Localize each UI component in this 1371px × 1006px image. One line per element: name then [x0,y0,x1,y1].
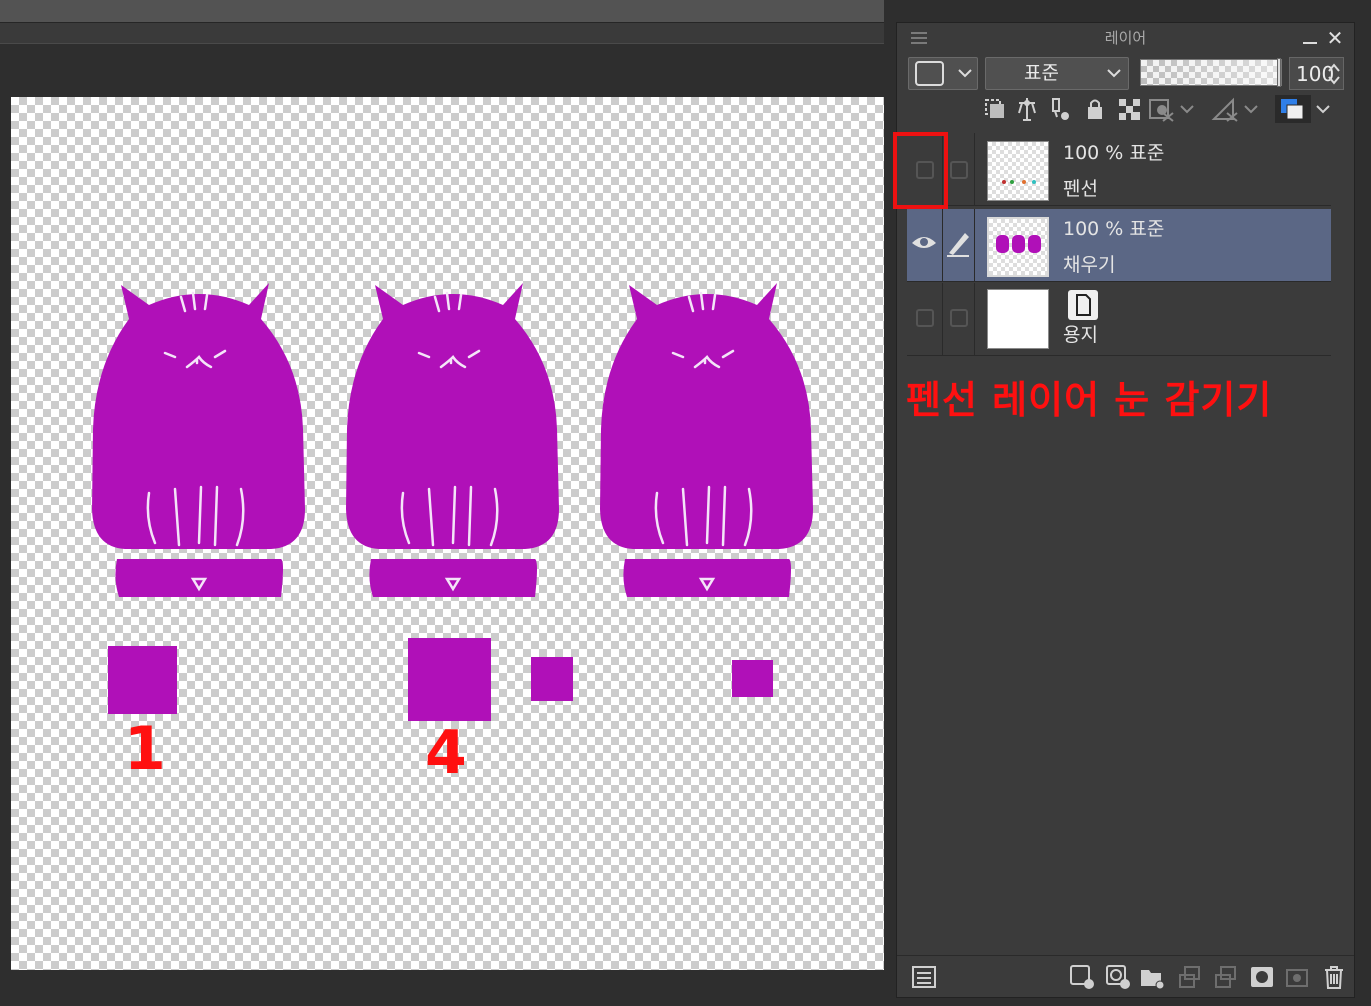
blend-mode-value: 표준 [1024,62,1059,84]
canvas-tab-strip [0,22,884,44]
edit-toggle-paper[interactable] [943,283,975,356]
chevron-down-icon [1107,69,1121,78]
thumbnail-content-lineart [1002,180,1036,184]
new-vector-icon[interactable] [1105,964,1131,990]
edit-toggle-fill[interactable] [943,209,975,282]
layer-thumbnail-fill [987,217,1049,277]
color-swatch-1 [108,646,177,714]
layer-row-lineart[interactable]: 100 % 표준 펜선 [907,133,1331,206]
layer-row-paper[interactable]: 용지 [907,283,1331,356]
layer-bottom-toolbar [897,955,1354,997]
color-swatch-2 [408,638,491,721]
mask-add-icon[interactable] [1249,964,1275,990]
panel-title: 레이어 [1104,29,1147,47]
layer-panel: 레이어 ✕ 표준 100 100 % 표준 펜선 100 % 표준 채우기 용지 [896,22,1355,998]
layer-info-lineart: 100 % 표준 펜선 [1063,135,1164,207]
layer-color-square-icon [915,61,972,86]
opacity-input[interactable]: 100 [1289,57,1344,90]
layer-name: 펜선 [1063,178,1098,200]
delete-icon[interactable] [1321,964,1347,990]
opacity-slider-thumb[interactable] [1277,58,1281,87]
draft-icon[interactable] [1045,95,1073,123]
drawing-canvas[interactable]: 1 4 [11,97,884,970]
cat-body [92,283,305,549]
cat-figure-2 [346,283,559,597]
new-folder-icon[interactable] [1139,964,1165,990]
hidden-eye-icon [916,309,934,327]
layer-row-fill[interactable]: 100 % 표준 채우기 [907,209,1331,282]
copy-layer-icon[interactable] [1285,964,1311,990]
spin-arrows-icon[interactable] [1328,62,1340,86]
opacity-slider[interactable] [1140,58,1282,87]
new-raster-icon[interactable] [1069,964,1095,990]
number-label-1: 1 [124,714,166,784]
highlight-box [893,132,948,209]
number-label-4: 4 [425,718,467,788]
layer-thumbnail-lineart [987,141,1049,201]
unchecked-box-icon [950,309,968,327]
reference-icon[interactable] [1013,95,1041,123]
visibility-toggle-paper[interactable] [907,283,943,356]
visibility-toggle-fill[interactable] [907,209,943,282]
cat-figure-1 [92,283,305,597]
layer-name: 채우기 [1063,254,1116,276]
minimize-icon[interactable] [1302,29,1318,45]
layer-opacity-blend: 100 % 표준 [1063,142,1165,164]
layer-color-icon[interactable] [1275,95,1335,123]
layer-toolbar [981,95,1351,125]
lock-icon[interactable] [1081,95,1109,123]
close-icon[interactable]: ✕ [1326,28,1344,48]
cat-figure-3 [600,283,813,597]
eye-icon [912,237,936,248]
mask-icon[interactable] [1147,95,1199,123]
app-window: 1 4 레이어 ✕ 표준 100 100 % 표준 펜선 100 % 표준 채우… [0,0,1371,1006]
title-strip [0,0,884,22]
layer-info-paper: 용지 [1063,317,1098,353]
layer-property-icon[interactable] [911,964,937,990]
transparency-lock-icon[interactable] [1115,95,1143,123]
pen-icon [947,233,969,257]
opacity-fill [1141,60,1281,85]
layer-thumbnail-paper [987,289,1049,349]
blend-mode-select[interactable]: 표준 [985,57,1129,90]
layer-opacity-blend: 100 % 표준 [1063,218,1165,240]
annotation-text: 펜선 레이어 눈 감기기 [906,378,1273,422]
layer-color-select[interactable] [908,57,978,90]
ruler-icon[interactable] [1211,95,1263,123]
layer-info-fill: 100 % 표준 채우기 [1063,211,1164,283]
unchecked-box-icon [950,161,968,179]
layer-name: 용지 [1063,324,1098,346]
clip-icon[interactable] [981,95,1009,123]
thumbnail-content-fill [996,235,1041,253]
merge-down-icon[interactable] [1177,964,1203,990]
color-swatch-4 [732,660,773,697]
merge-visible-icon[interactable] [1213,964,1239,990]
color-swatch-3 [531,657,573,701]
